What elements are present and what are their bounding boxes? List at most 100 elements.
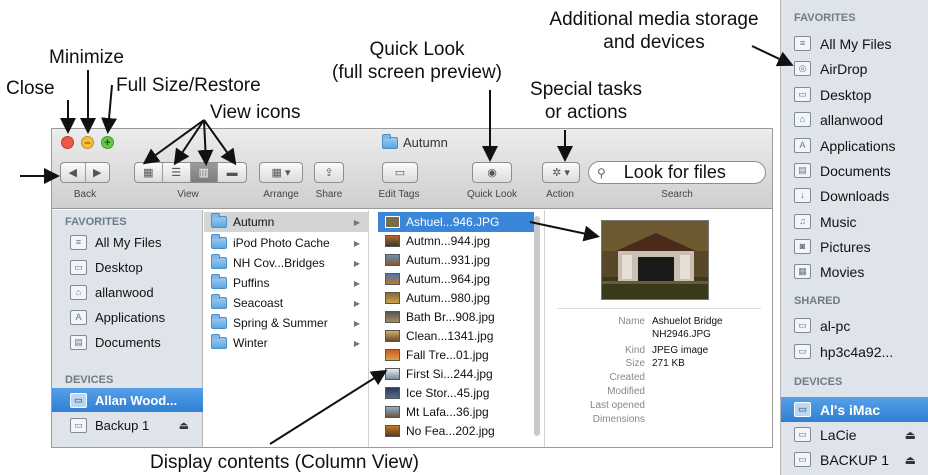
right-item-downloads[interactable]: ↓ Downloads (781, 183, 928, 208)
folder-row-label: Seacoast (233, 296, 284, 310)
image-thumbnail-icon (385, 254, 400, 266)
folder-row-spring-summer[interactable]: Spring & Summer ▶ (204, 313, 368, 333)
annotation-view-icons: View icons (210, 102, 301, 123)
applications-icon: A (794, 138, 811, 153)
search-field[interactable]: ⚲ Look for files (588, 161, 766, 184)
folder-icon (211, 234, 227, 249)
home-icon: ⌂ (70, 284, 87, 300)
sidebar-item-label: Applications (95, 309, 166, 325)
eject-icon[interactable]: ⏏ (179, 419, 189, 432)
image-thumbnail-icon (385, 235, 400, 247)
annotation-minimize: Minimize (49, 47, 124, 68)
sidebar-item-label: Desktop (95, 259, 143, 275)
annotation-quick-look-line2: (full screen preview) (332, 62, 502, 83)
view-control: ▦ ☰ ▥ ▬ (134, 162, 247, 183)
annotation-special-tasks: Special tasks or actions (516, 78, 656, 124)
minimize-button[interactable]: – (81, 136, 94, 149)
right-item-pictures[interactable]: ◙ Pictures (781, 234, 928, 259)
image-thumbnail-icon (385, 311, 400, 323)
scrollbar[interactable] (534, 216, 540, 436)
arrange-button[interactable]: ▦ ▾ (259, 162, 303, 183)
film-icon: ▦ (794, 264, 811, 279)
file-row[interactable]: Fall Tre...01.jpg (378, 345, 534, 365)
file-row[interactable]: Ice Stor...45.jpg (378, 383, 534, 403)
right-shared-header: SHARED (794, 295, 841, 307)
chevron-right-icon: ▶ (353, 217, 360, 227)
meta-dimensions-label: Dimensions (592, 414, 645, 425)
right-item-all-my-files[interactable]: ≡ All My Files (781, 31, 928, 56)
network-computer-icon: ▭ (794, 318, 811, 333)
window-title: Autumn (382, 133, 448, 150)
right-item-applications[interactable]: A Applications (781, 133, 928, 158)
tag-icon: ▭ (394, 167, 406, 179)
folder-row-label: Puffins (233, 276, 270, 290)
right-item-hp[interactable]: ▭ hp3c4a92... (781, 339, 928, 364)
right-item-als-imac[interactable]: ▭ Al's iMac (781, 397, 928, 422)
sidebar-item-home[interactable]: ⌂ allanwood (52, 280, 203, 304)
right-item-backup[interactable]: ▭ BACKUP 1 ⏏ (781, 447, 928, 472)
fullsize-button[interactable]: + (101, 136, 114, 149)
close-button[interactable] (61, 136, 74, 149)
image-thumbnail-icon (385, 216, 400, 228)
file-row[interactable]: Ashuel...946.JPG (378, 212, 534, 232)
folder-row-ipod[interactable]: iPod Photo Cache ▶ (204, 233, 368, 253)
back-button[interactable]: ◀ (61, 163, 86, 182)
right-item-label: All My Files (820, 35, 892, 52)
forward-button[interactable]: ▶ (86, 163, 110, 182)
action-button[interactable]: ✲ ▾ (542, 162, 580, 183)
folder-row-seacoast[interactable]: Seacoast ▶ (204, 293, 368, 313)
file-row[interactable]: Autum...931.jpg (378, 250, 534, 270)
eject-icon[interactable]: ⏏ (905, 453, 916, 467)
right-item-desktop[interactable]: ▭ Desktop (781, 82, 928, 107)
right-item-movies[interactable]: ▦ Movies (781, 259, 928, 284)
chevron-right-icon: ▶ (353, 258, 360, 268)
folder-icon (211, 254, 227, 269)
folder-row-autumn[interactable]: Autumn ▶ (204, 212, 368, 232)
coverflow-view-button[interactable]: ▬ (218, 163, 246, 182)
annotation-special-line2: or actions (544, 102, 628, 123)
right-item-label: LaCie (820, 426, 857, 443)
file-row[interactable]: Mt Lafa...36.jpg (378, 402, 534, 422)
right-item-airdrop[interactable]: ◎ AirDrop (781, 56, 928, 81)
back-forward-control: ◀ ▶ (60, 162, 110, 183)
meta-size-value: 271 KB (652, 358, 685, 369)
list-view-button[interactable]: ☰ (163, 163, 191, 182)
file-row[interactable]: First Si...244.jpg (378, 364, 534, 384)
sidebar-item-desktop[interactable]: ▭ Desktop (52, 255, 203, 279)
applications-icon: A (70, 309, 87, 325)
right-item-lacie[interactable]: ▭ LaCie ⏏ (781, 422, 928, 447)
share-button[interactable]: ⇪ (314, 162, 344, 183)
sidebar-item-documents[interactable]: ▤ Documents (52, 330, 203, 354)
sidebar-devices-header: DEVICES (65, 374, 114, 386)
file-row[interactable]: Autum...980.jpg (378, 288, 534, 308)
folder-row-puffins[interactable]: Puffins ▶ (204, 273, 368, 293)
folder-row-winter[interactable]: Winter ▶ (204, 333, 368, 353)
sidebar-item-allan-wood[interactable]: ▭ Allan Wood... (52, 388, 203, 412)
home-icon: ⌂ (794, 112, 811, 127)
sidebar-item-backup[interactable]: ▭ Backup 1 ⏏ (52, 413, 203, 437)
right-item-home[interactable]: ⌂ allanwood (781, 107, 928, 132)
icon-view-button[interactable]: ▦ (135, 163, 163, 182)
edit-tags-button[interactable]: ▭ (382, 162, 418, 183)
eject-icon[interactable]: ⏏ (905, 428, 916, 442)
preview-metadata: Name Ashuelot Bridge NH2946.JPG Kind JPE… (545, 210, 772, 447)
right-item-al-pc[interactable]: ▭ al-pc (781, 313, 928, 338)
file-row[interactable]: Autum...964.jpg (378, 269, 534, 289)
sidebar-item-applications[interactable]: A Applications (52, 305, 203, 329)
file-row[interactable]: Bath Br...908.jpg (378, 307, 534, 327)
column-view-button[interactable]: ▥ (190, 163, 219, 182)
extended-sidebar: FAVORITES ≡ All My Files ◎ AirDrop ▭ Des… (780, 0, 928, 475)
annotation-column-view: Display contents (Column View) (150, 452, 419, 473)
right-item-music[interactable]: ♫ Music (781, 209, 928, 234)
sidebar-favorites-header: FAVORITES (65, 216, 127, 228)
file-row[interactable]: No Fea...202.jpg (378, 421, 534, 441)
file-row[interactable]: Autmn...944.jpg (378, 231, 534, 251)
all-files-icon: ≡ (794, 36, 811, 51)
downloads-icon: ↓ (794, 188, 811, 203)
folder-row-nh-covered-bridges[interactable]: NH Cov...Bridges ▶ (204, 253, 368, 273)
sidebar-item-all-my-files[interactable]: ≡ All My Files (52, 230, 203, 254)
file-row[interactable]: Clean...1341.jpg (378, 326, 534, 346)
right-item-documents[interactable]: ▤ Documents (781, 158, 928, 183)
folder-row-label: iPod Photo Cache (233, 236, 330, 250)
quick-look-button[interactable]: ◉ (472, 162, 512, 183)
